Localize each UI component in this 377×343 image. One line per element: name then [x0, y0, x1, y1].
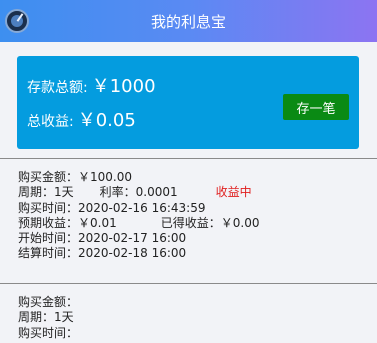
status-badge: 收益中: [215, 185, 252, 200]
buy-time-value: 2020-02-16 16:43:59: [78, 200, 206, 215]
income-total-row: 总收益: ￥0.05: [27, 106, 136, 132]
deposit-total-row: 存款总额: ￥1000: [27, 72, 156, 98]
buy-time-line: 购买时间：2020-02-16 16:43:59: [18, 201, 260, 216]
period-value: 1天: [54, 185, 74, 200]
period-line: 周期：1天: [18, 310, 78, 325]
buy-time-line: 购买时间：: [18, 326, 78, 341]
page-title: 我的利息宝: [150, 12, 226, 31]
app-logo-icon[interactable]: [5, 9, 29, 33]
divider: [0, 283, 377, 284]
rate-value: 0.0001: [135, 185, 178, 200]
income-total-value: ￥0.05: [77, 110, 136, 131]
amount-label: 购买金额：: [18, 295, 79, 309]
rate-label: 利率：: [99, 185, 136, 200]
deposit-total-value: ￥1000: [91, 76, 156, 97]
settle-time-line: 结算时间：2020-02-18 16:00: [18, 246, 260, 261]
deposit-button[interactable]: 存一笔: [283, 94, 349, 120]
amount-line: 购买金额：: [18, 295, 78, 310]
start-time-line: 开始时间：2020-02-17 16:00: [18, 231, 260, 246]
expected-income-value: ￥0.01: [78, 215, 117, 230]
amount-line: 购买金额：￥100.00: [18, 170, 260, 185]
deposit-total-label: 存款总额:: [27, 80, 88, 96]
settle-time-label: 结算时间：: [18, 246, 79, 261]
start-time-value: 2020-02-17 16:00: [78, 231, 187, 246]
income-line: 预期收益：￥0.01 已得收益：￥0.00: [18, 216, 260, 231]
buy-time-label: 购买时间：: [18, 200, 79, 215]
period-label: 周期：: [18, 310, 55, 325]
app-header: 我的利息宝: [0, 0, 377, 42]
earned-income-value: ￥0.00: [220, 215, 260, 230]
income-total-label: 总收益:: [27, 114, 74, 130]
earned-income-label: 已得收益：: [160, 215, 221, 230]
period-value: 1天: [54, 310, 74, 325]
period-label: 周期：: [18, 185, 55, 200]
expected-income-label: 预期收益：: [18, 215, 79, 230]
summary-card: 存款总额: ￥1000 总收益: ￥0.05 存一笔: [17, 56, 359, 149]
period-line: 周期：1天 利率：0.0001 收益中: [18, 185, 260, 200]
list-item[interactable]: 购买金额：￥100.00 周期：1天 利率：0.0001 收益中 购买时间：2020…: [18, 170, 260, 262]
divider: [0, 158, 377, 159]
buy-time-label: 购买时间：: [18, 325, 79, 340]
amount-value: ￥100.00: [78, 170, 133, 184]
start-time-label: 开始时间：: [18, 231, 79, 246]
list-item[interactable]: 购买金额： 周期：1天 购买时间：: [18, 295, 78, 341]
settle-time-value: 2020-02-18 16:00: [78, 246, 187, 261]
amount-label: 购买金额：: [18, 170, 79, 184]
